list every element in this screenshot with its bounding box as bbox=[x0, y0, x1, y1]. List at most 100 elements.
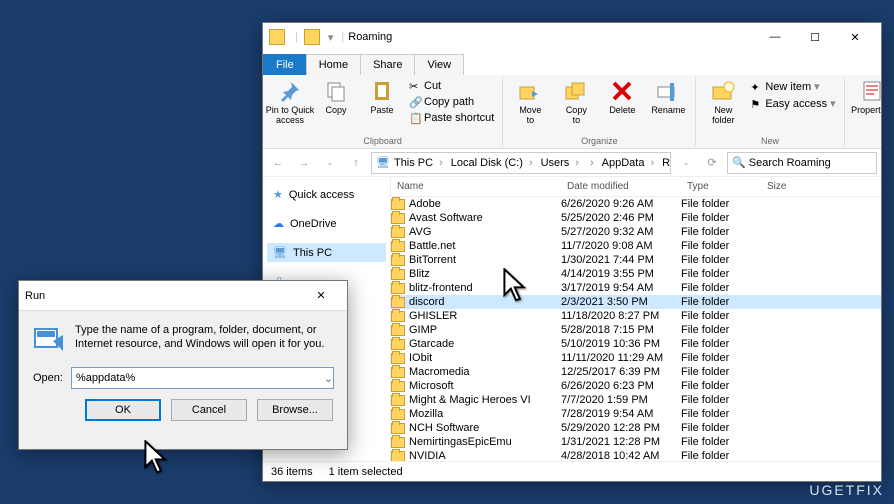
properties-icon bbox=[860, 79, 881, 103]
breadcrumb[interactable]: AppData bbox=[598, 157, 658, 169]
file-row[interactable]: Avast Software5/25/2020 2:46 PMFile fold… bbox=[391, 211, 881, 225]
file-date: 5/28/2018 7:15 PM bbox=[561, 324, 681, 336]
file-row[interactable]: GHISLER11/18/2020 8:27 PMFile folder bbox=[391, 309, 881, 323]
forward-button[interactable]: → bbox=[293, 152, 315, 174]
breadcrumb-path[interactable]: 🖥 This PC Local Disk (C:) Users AppData … bbox=[371, 152, 671, 174]
open-label: Open: bbox=[33, 372, 63, 384]
file-row[interactable]: GIMP5/28/2018 7:15 PMFile folder bbox=[391, 323, 881, 337]
col-name[interactable]: Name bbox=[391, 179, 561, 194]
rename-button[interactable]: Rename bbox=[647, 77, 689, 115]
file-row[interactable]: Battle.net11/7/2020 9:08 AMFile folder bbox=[391, 239, 881, 253]
breadcrumb[interactable]: This PC bbox=[390, 157, 447, 169]
ribbon: Pin to Quick access Copy Paste ✂Cut 🔗Cop… bbox=[263, 75, 881, 149]
back-button[interactable]: ← bbox=[267, 152, 289, 174]
run-dialog: Run ✕ Type the name of a program, folder… bbox=[18, 280, 348, 450]
column-headers[interactable]: Name Date modified Type Size bbox=[391, 177, 881, 197]
file-type: File folder bbox=[681, 226, 761, 238]
tab-file[interactable]: File bbox=[263, 54, 307, 75]
file-row[interactable]: IObit11/11/2020 11:29 AMFile folder bbox=[391, 351, 881, 365]
file-row[interactable]: blitz-frontend3/17/2019 9:54 AMFile fold… bbox=[391, 281, 881, 295]
easy-access-button[interactable]: ⚑Easy access ▾ bbox=[748, 96, 837, 111]
close-button[interactable]: ✕ bbox=[835, 26, 875, 48]
refresh-button[interactable]: ⟳ bbox=[701, 152, 723, 174]
rename-icon bbox=[656, 79, 680, 103]
ok-button[interactable]: OK bbox=[85, 399, 161, 421]
breadcrumb[interactable]: Roaming bbox=[658, 157, 671, 169]
tab-home[interactable]: Home bbox=[306, 54, 361, 75]
move-to-button[interactable]: Move to bbox=[509, 77, 551, 125]
paste-icon bbox=[370, 79, 394, 103]
cut-button[interactable]: ✂Cut bbox=[407, 79, 496, 93]
file-row[interactable]: Macromedia12/25/2017 6:39 PMFile folder bbox=[391, 365, 881, 379]
new-folder-icon bbox=[711, 79, 735, 103]
delete-icon bbox=[610, 79, 634, 103]
file-type: File folder bbox=[681, 366, 761, 378]
copy-button[interactable]: Copy bbox=[315, 77, 357, 115]
file-date: 6/26/2020 9:26 AM bbox=[561, 198, 681, 210]
copy-path-button[interactable]: 🔗Copy path bbox=[407, 95, 496, 109]
folder-icon bbox=[391, 283, 405, 294]
window-title: Roaming bbox=[348, 31, 392, 43]
file-date: 7/7/2020 1:59 PM bbox=[561, 394, 681, 406]
folder-icon bbox=[391, 241, 405, 252]
paste-shortcut-button[interactable]: 📋Paste shortcut bbox=[407, 111, 496, 125]
breadcrumb[interactable]: Local Disk (C:) bbox=[447, 157, 537, 169]
file-row[interactable]: Microsoft6/26/2020 6:23 PMFile folder bbox=[391, 379, 881, 393]
new-item-button[interactable]: ✦New item ▾ bbox=[748, 79, 837, 94]
path-dropdown[interactable]: ⌄ bbox=[675, 152, 697, 174]
tab-share[interactable]: Share bbox=[360, 54, 415, 75]
cancel-button[interactable]: Cancel bbox=[171, 399, 247, 421]
file-row[interactable]: Mozilla7/28/2019 9:54 AMFile folder bbox=[391, 407, 881, 421]
open-input[interactable] bbox=[71, 367, 334, 389]
file-row[interactable]: BitTorrent1/30/2021 7:44 PMFile folder bbox=[391, 253, 881, 267]
file-row[interactable]: discord2/3/2021 3:50 PMFile folder bbox=[391, 295, 881, 309]
tab-view[interactable]: View bbox=[414, 54, 464, 75]
search-input[interactable]: 🔍 Search Roaming bbox=[727, 152, 877, 174]
file-type: File folder bbox=[681, 268, 761, 280]
sidebar-item-this-pc[interactable]: 🖥This PC bbox=[267, 243, 386, 262]
delete-button[interactable]: Delete bbox=[601, 77, 643, 115]
browse-button[interactable]: Browse... bbox=[257, 399, 333, 421]
sidebar-item-onedrive[interactable]: ☁OneDrive bbox=[267, 214, 386, 233]
col-size[interactable]: Size bbox=[761, 179, 821, 194]
file-row[interactable]: Blitz4/14/2019 3:55 PMFile folder bbox=[391, 267, 881, 281]
scissors-icon: ✂ bbox=[409, 80, 421, 92]
file-row[interactable]: Adobe6/26/2020 9:26 AMFile folder bbox=[391, 197, 881, 211]
copy-icon bbox=[324, 79, 348, 103]
file-row[interactable]: NemirtingasEpicEmu1/31/2021 12:28 PMFile… bbox=[391, 435, 881, 449]
up-button[interactable]: ↑ bbox=[345, 152, 367, 174]
paste-button[interactable]: Paste bbox=[361, 77, 403, 115]
recent-button[interactable]: ⌄ bbox=[319, 152, 341, 174]
col-date[interactable]: Date modified bbox=[561, 179, 681, 194]
breadcrumb[interactable] bbox=[583, 157, 598, 169]
explorer-titlebar[interactable]: | ▾ | Roaming — ☐ ✕ bbox=[263, 23, 881, 51]
file-name: IObit bbox=[409, 352, 432, 364]
minimize-button[interactable]: — bbox=[755, 26, 795, 48]
copy-to-button[interactable]: Copy to bbox=[555, 77, 597, 125]
file-name: Macromedia bbox=[409, 366, 470, 378]
folder-icon bbox=[391, 437, 405, 448]
new-folder-button[interactable]: New folder bbox=[702, 77, 744, 125]
sidebar-item-quick-access[interactable]: ★Quick access bbox=[267, 185, 386, 204]
file-row[interactable]: NCH Software5/29/2020 12:28 PMFile folde… bbox=[391, 421, 881, 435]
access-icon: ⚑ bbox=[750, 98, 762, 110]
file-row[interactable]: AVG5/27/2020 9:32 AMFile folder bbox=[391, 225, 881, 239]
file-row[interactable]: Might & Magic Heroes VI7/7/2020 1:59 PMF… bbox=[391, 393, 881, 407]
run-close-button[interactable]: ✕ bbox=[301, 285, 341, 307]
file-type: File folder bbox=[681, 436, 761, 448]
file-type: File folder bbox=[681, 422, 761, 434]
file-row[interactable]: NVIDIA4/28/2018 10:42 AMFile folder bbox=[391, 449, 881, 461]
file-type: File folder bbox=[681, 198, 761, 210]
folder-icon bbox=[391, 353, 405, 364]
watermark: UGETFIX bbox=[809, 482, 884, 498]
folder-icon bbox=[391, 269, 405, 280]
file-date: 1/30/2021 7:44 PM bbox=[561, 254, 681, 266]
maximize-button[interactable]: ☐ bbox=[795, 26, 835, 48]
col-type[interactable]: Type bbox=[681, 179, 761, 194]
file-date: 11/11/2020 11:29 AM bbox=[561, 352, 681, 364]
run-titlebar[interactable]: Run ✕ bbox=[19, 281, 347, 311]
properties-button[interactable]: Properties bbox=[851, 77, 881, 115]
breadcrumb[interactable]: Users bbox=[537, 157, 583, 169]
file-row[interactable]: Gtarcade5/10/2019 10:36 PMFile folder bbox=[391, 337, 881, 351]
pin-button[interactable]: Pin to Quick access bbox=[269, 77, 311, 125]
